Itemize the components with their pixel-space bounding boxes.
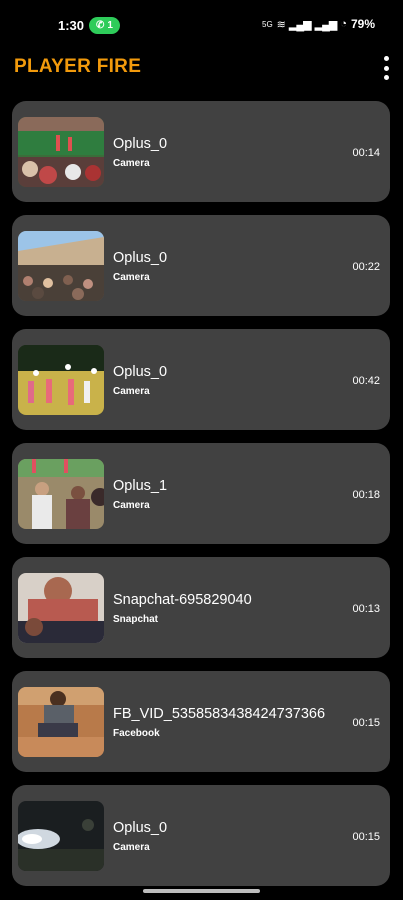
phone-icon: ✆ [96, 20, 105, 31]
more-vertical-icon[interactable] [380, 56, 392, 80]
video-duration: 00:15 [352, 717, 380, 729]
video-duration: 00:13 [352, 603, 380, 615]
data-saver-icon: ◔ [340, 18, 347, 30]
video-thumbnail [18, 459, 104, 529]
call-count: 1 [107, 20, 113, 31]
video-title: Snapchat-695829040 [113, 592, 252, 608]
wifi-icon: ≋ [276, 18, 286, 31]
video-duration: 00:22 [352, 261, 380, 273]
video-duration: 00:18 [352, 489, 380, 501]
video-title: Oplus_0 [113, 364, 168, 380]
video-item[interactable]: Oplus_0 Camera 00:22 [12, 215, 390, 316]
status-time: 1:30 [58, 18, 85, 33]
home-indicator[interactable] [143, 889, 260, 893]
video-source: Camera [113, 386, 150, 397]
app-title: PLAYER FIRE [14, 56, 142, 77]
video-source: Camera [113, 158, 150, 169]
video-list: Oplus_0 Camera 00:14 Oplus_0 Camera 00:2… [12, 101, 391, 899]
ongoing-call-pill[interactable]: ✆ 1 [89, 17, 120, 34]
network-type: 5G [262, 19, 273, 29]
video-item[interactable]: Oplus_0 Camera 00:14 [12, 101, 390, 202]
video-source: Snapchat [113, 614, 159, 625]
video-item[interactable]: Oplus_0 Camera 00:42 [12, 329, 390, 430]
video-source: Camera [113, 500, 150, 511]
video-source: Facebook [113, 728, 160, 739]
video-thumbnail [18, 231, 104, 301]
video-duration: 00:14 [352, 147, 380, 159]
signal-icon-1: ▂▄▆ [288, 18, 312, 31]
video-title: Oplus_0 [113, 820, 168, 836]
video-item[interactable]: Oplus_1 Camera 00:18 [12, 443, 390, 544]
video-title: Oplus_0 [113, 250, 168, 266]
status-icons: 5G ≋ ▂▄▆ ▂▄▆ ◔ 79% [262, 17, 375, 31]
status-bar: 1:30 ✆ 1 5G ≋ ▂▄▆ ▂▄▆ ◔ 79% [0, 0, 403, 50]
video-thumbnail [18, 687, 104, 757]
video-duration: 00:42 [352, 375, 380, 387]
video-title: Oplus_0 [113, 136, 168, 152]
signal-icon-2: ▂▄▆ [314, 18, 338, 31]
video-thumbnail [18, 117, 104, 187]
video-item[interactable]: Snapchat-695829040 Snapchat 00:13 [12, 557, 390, 658]
video-thumbnail [18, 573, 104, 643]
video-title: FB_VID_5358583438424737366 [113, 706, 326, 722]
video-title: Oplus_1 [113, 478, 168, 494]
video-thumbnail [18, 345, 104, 415]
video-item[interactable]: FB_VID_5358583438424737366 Facebook 00:1… [12, 671, 390, 772]
video-duration: 00:15 [352, 831, 380, 843]
video-thumbnail [18, 801, 104, 871]
app-bar: PLAYER FIRE [0, 50, 403, 90]
video-item[interactable]: Oplus_0 Camera 00:15 [12, 785, 390, 886]
video-source: Camera [113, 842, 150, 853]
battery-level: 79% [350, 17, 376, 31]
video-source: Camera [113, 272, 150, 283]
